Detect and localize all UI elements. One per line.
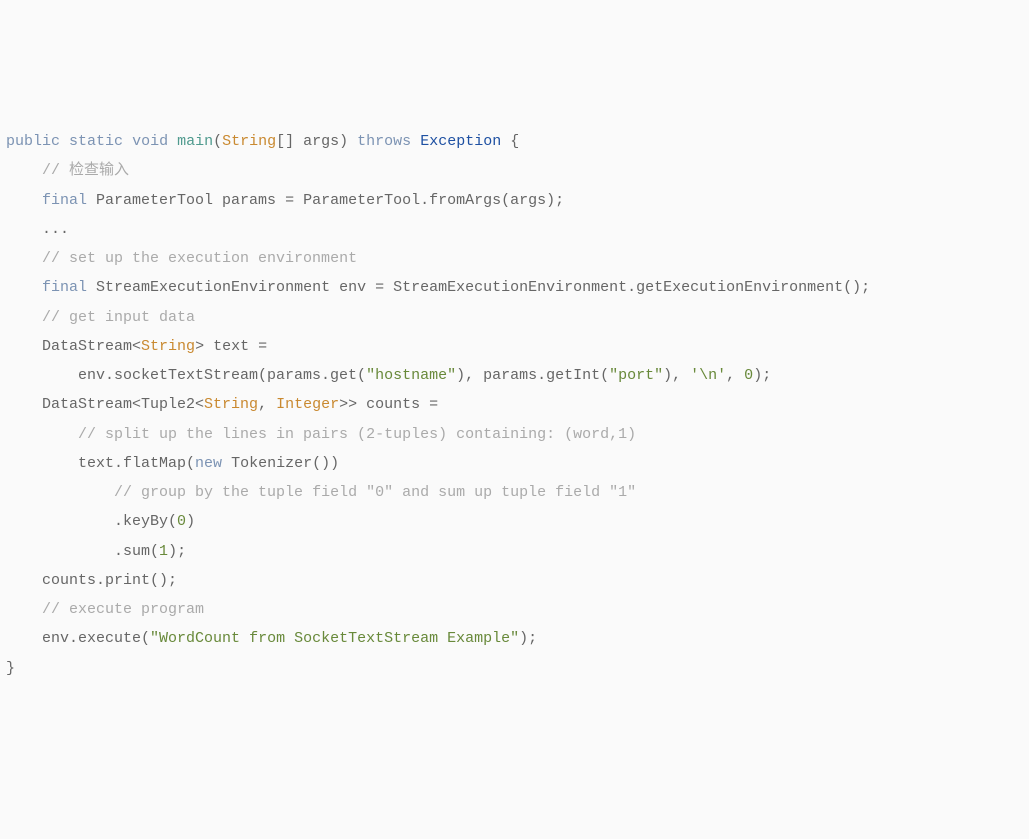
code-line: .keyBy(0) <box>6 507 1023 536</box>
code-line: .sum(1); <box>6 537 1023 566</box>
token-str: "hostname" <box>366 367 456 384</box>
token-num: 0 <box>177 513 186 530</box>
token-cmt: // set up the execution environment <box>42 250 357 267</box>
code-line: // split up the lines in pairs (2-tuples… <box>6 420 1023 449</box>
code-line: // get input data <box>6 303 1023 332</box>
token-kw: void <box>132 133 168 150</box>
code-block: public static void main(String[] args) t… <box>6 127 1023 683</box>
token-cls: Exception <box>420 133 501 150</box>
code-line: counts.print(); <box>6 566 1023 595</box>
token-kw: final <box>42 279 87 296</box>
code-line: public static void main(String[] args) t… <box>6 127 1023 156</box>
code-line: // set up the execution environment <box>6 244 1023 273</box>
token-type: String <box>141 338 195 355</box>
token-cmt: // group by the tuple field "0" and sum … <box>114 484 636 501</box>
code-line: // 检查输入 <box>6 156 1023 185</box>
token-kw: public <box>6 133 60 150</box>
token-chr: '\n' <box>690 367 726 384</box>
token-fn: main <box>177 133 213 150</box>
code-line: DataStream<String> text = <box>6 332 1023 361</box>
code-line: ... <box>6 215 1023 244</box>
token-cmt: // get input data <box>42 309 195 326</box>
code-line: final StreamExecutionEnvironment env = S… <box>6 273 1023 302</box>
token-cmt: // 检查输入 <box>42 162 129 179</box>
code-line: env.execute("WordCount from SocketTextSt… <box>6 624 1023 653</box>
token-kw: throws <box>357 133 411 150</box>
code-line: env.socketTextStream(params.get("hostnam… <box>6 361 1023 390</box>
code-line: // execute program <box>6 595 1023 624</box>
code-line: // group by the tuple field "0" and sum … <box>6 478 1023 507</box>
code-line: } <box>6 654 1023 683</box>
token-num: 1 <box>159 543 168 560</box>
token-num: 0 <box>744 367 753 384</box>
token-str: "WordCount from SocketTextStream Example… <box>150 630 519 647</box>
token-type: Integer <box>276 396 339 413</box>
code-line: final ParameterTool params = ParameterTo… <box>6 186 1023 215</box>
code-line: DataStream<Tuple2<String, Integer>> coun… <box>6 390 1023 419</box>
code-line: text.flatMap(new Tokenizer()) <box>6 449 1023 478</box>
token-type: String <box>204 396 258 413</box>
token-str: "port" <box>609 367 663 384</box>
token-cmt: // split up the lines in pairs (2-tuples… <box>78 426 636 443</box>
token-kw: new <box>195 455 222 472</box>
token-cmt: // execute program <box>42 601 204 618</box>
token-type: String <box>222 133 276 150</box>
token-kw: final <box>42 192 87 209</box>
token-kw: static <box>69 133 123 150</box>
